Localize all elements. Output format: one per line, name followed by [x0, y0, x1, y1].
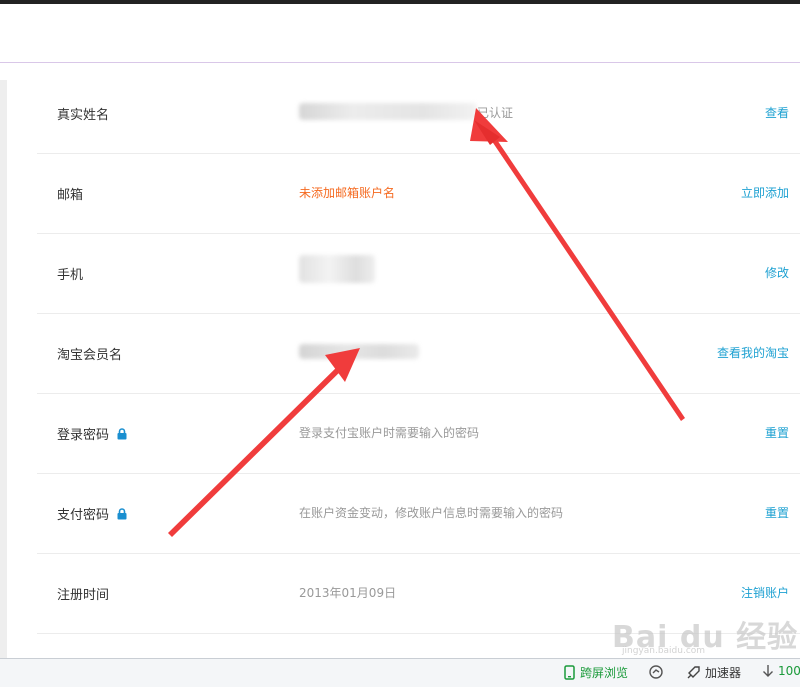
row-phone: 手机 修改 — [37, 233, 800, 314]
row-email: 邮箱 未添加邮箱账户名 立即添加 — [37, 153, 800, 234]
payment-password-hint: 在账户资金变动，修改账户信息时需要输入的密码 — [299, 506, 564, 520]
view-real-name-link[interactable]: 查看 — [765, 104, 789, 121]
refresh-status-button[interactable] — [648, 664, 664, 680]
row-login-password: 登录密码 登录支付宝账户时需要输入的密码 重置 — [37, 393, 800, 474]
cross-screen-label: 跨屏浏览 — [580, 666, 629, 680]
accelerator-label: 加速器 — [705, 666, 742, 680]
email-label: 邮箱 — [57, 188, 84, 203]
login-password-text: 登录密码 — [57, 428, 110, 443]
phone-icon — [564, 665, 575, 680]
payment-password-label: 支付密码 — [57, 504, 127, 523]
accelerator-button[interactable]: 加速器 — [685, 664, 741, 681]
taobao-name-label: 淘宝会员名 — [57, 348, 123, 363]
header-divider — [0, 62, 800, 63]
registration-date-label: 注册时间 — [57, 588, 110, 603]
registration-date-value: 2013年01月09日 — [299, 586, 397, 600]
add-email-link[interactable]: 立即添加 — [741, 184, 789, 201]
page-header — [0, 4, 800, 62]
phone-label: 手机 — [57, 268, 84, 283]
login-password-label: 登录密码 — [57, 424, 127, 443]
payment-password-text: 支付密码 — [57, 508, 110, 523]
email-status: 未添加邮箱账户名 — [299, 186, 396, 200]
download-button[interactable]: 100 — [762, 664, 800, 678]
edit-phone-link[interactable]: 修改 — [765, 264, 789, 281]
cross-screen-browse-button[interactable]: 跨屏浏览 — [564, 664, 628, 681]
redacted-taobao-name — [299, 344, 419, 359]
browser-status-bar: 跨屏浏览 加速器 100 — [0, 658, 800, 687]
reset-login-password-link[interactable]: 重置 — [765, 424, 789, 441]
rocket-icon — [687, 665, 700, 678]
row-real-name: 真实姓名 已认证 查看 — [37, 73, 800, 154]
redacted-phone — [299, 255, 375, 283]
lock-icon — [117, 428, 127, 440]
download-arrow-icon — [763, 665, 773, 677]
row-taobao-name: 淘宝会员名 查看我的淘宝 — [37, 313, 800, 394]
cancel-account-link[interactable]: 注销账户 — [741, 584, 789, 601]
reset-payment-password-link[interactable]: 重置 — [765, 504, 789, 521]
redacted-real-name — [299, 103, 477, 120]
view-my-taobao-link[interactable]: 查看我的淘宝 — [717, 344, 789, 361]
row-payment-password: 支付密码 在账户资金变动，修改账户信息时需要输入的密码 重置 — [37, 473, 800, 554]
refresh-circle-icon — [649, 665, 663, 679]
download-count: 100 — [778, 664, 800, 678]
real-name-status: 已认证 — [477, 106, 514, 120]
login-password-hint: 登录支付宝账户时需要输入的密码 — [299, 426, 480, 440]
left-sidebar-edge — [0, 80, 7, 660]
lock-icon — [117, 508, 127, 520]
watermark-url: jingyan.baidu.com — [622, 646, 706, 656]
real-name-label: 真实姓名 — [57, 108, 110, 123]
